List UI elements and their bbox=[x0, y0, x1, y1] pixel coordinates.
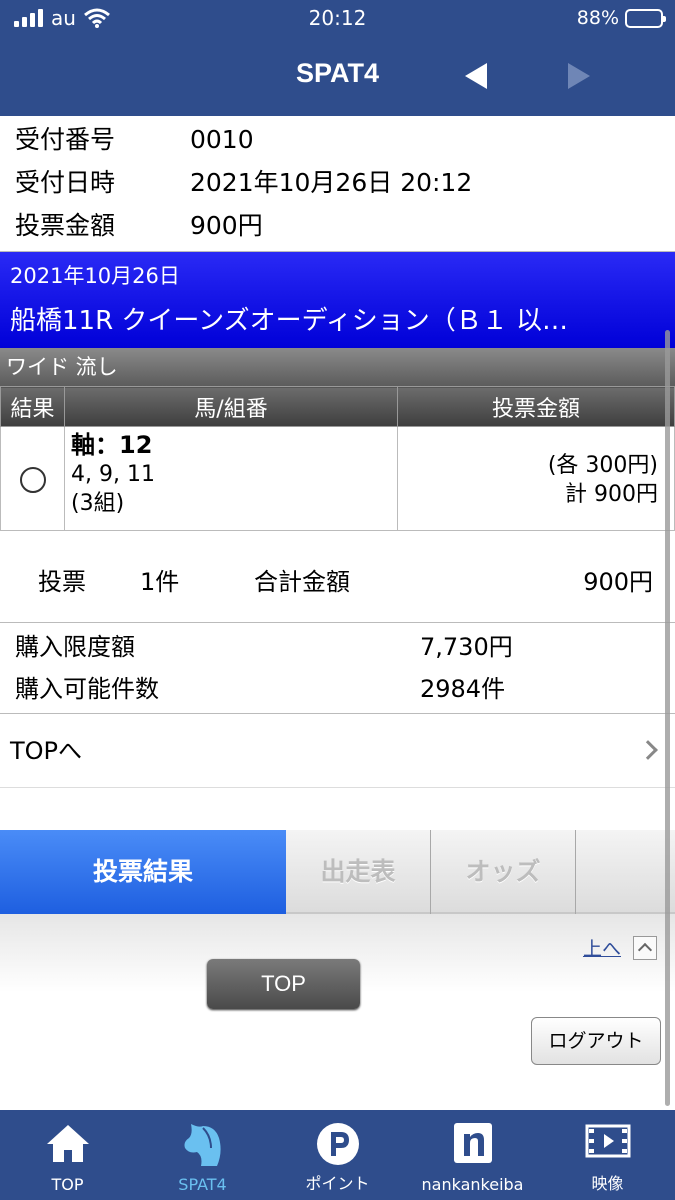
scroll-to-top[interactable]: 上へ bbox=[583, 934, 657, 961]
receipt-amount-value: 900円 bbox=[190, 211, 263, 240]
race-date: 2021年10月26日 bbox=[10, 264, 180, 288]
receipt-number-label: 受付番号 bbox=[15, 125, 116, 154]
battery-icon bbox=[625, 8, 666, 28]
chevron-right-icon bbox=[638, 740, 658, 760]
battery-percent: 88% bbox=[576, 7, 619, 29]
table-header-row: 結果 馬/組番 投票金額 bbox=[0, 386, 675, 427]
battery-status: 88% bbox=[576, 7, 666, 29]
total-amount-value: 900円 bbox=[583, 568, 653, 596]
column-header-result: 結果 bbox=[0, 386, 65, 427]
result-cell bbox=[0, 426, 65, 531]
bottom-tab-video[interactable]: 映像 bbox=[540, 1110, 675, 1200]
scrollbar[interactable] bbox=[665, 330, 670, 1106]
receipt-number-value: 0010 bbox=[190, 125, 254, 154]
bottom-tab-bar: TOP SPAT4 ポイント nankankeiba 映像 bbox=[0, 1110, 675, 1200]
bottom-tab-nankankeiba-label: nankankeiba bbox=[421, 1175, 524, 1194]
horse-head-icon bbox=[184, 1124, 221, 1166]
bottom-tab-spat4-label: SPAT4 bbox=[178, 1175, 227, 1194]
clock: 20:12 bbox=[308, 6, 367, 30]
receipt-datetime-label: 受付日時 bbox=[15, 168, 116, 197]
race-header: 2021年10月26日 船橋11R クイーンズオーディション（Ｂ１ 以… bbox=[0, 252, 675, 348]
bottom-tab-nankankeiba[interactable]: nankankeiba bbox=[405, 1110, 540, 1200]
bottom-tab-point[interactable]: ポイント bbox=[270, 1110, 405, 1200]
back-arrow-icon[interactable] bbox=[465, 63, 487, 89]
amount-cell: (各 300円) 計 900円 bbox=[397, 426, 675, 531]
limit-count-label: 購入可能件数 bbox=[15, 675, 159, 703]
status-bar: au 20:12 88% bbox=[0, 0, 675, 38]
bet-type: ワイド 流し bbox=[0, 348, 675, 386]
section-tabs: 投票結果 出走表 オッズ bbox=[0, 830, 675, 914]
total-amount-label: 合計金額 bbox=[254, 568, 350, 596]
limit-count-row: 購入可能件数 2984件 bbox=[15, 669, 505, 709]
limit-count-value: 2984件 bbox=[420, 675, 506, 703]
limit-amount-label: 購入限度額 bbox=[15, 633, 135, 661]
forward-arrow-icon[interactable] bbox=[568, 63, 590, 89]
receipt-amount-row: 投票金額 900円 bbox=[15, 206, 263, 246]
film-icon bbox=[585, 1124, 630, 1158]
point-p-icon bbox=[316, 1123, 359, 1165]
tab-race-card[interactable]: 出走表 bbox=[286, 830, 431, 914]
receipt-info: 受付番号 0010 受付日時 2021年10月26日 20:12 投票金額 900円 bbox=[0, 116, 675, 252]
tab-odds[interactable]: オッズ bbox=[431, 830, 576, 914]
receipt-number-row: 受付番号 0010 bbox=[15, 120, 254, 160]
axis-horse: 軸：12 bbox=[71, 431, 153, 459]
purchase-limits: 購入限度額 7,730円 購入可能件数 2984件 bbox=[0, 622, 675, 714]
bottom-tab-spat4[interactable]: SPAT4 bbox=[135, 1110, 270, 1200]
amount-total: 計 900円 bbox=[565, 482, 658, 507]
scroll-to-top-label[interactable]: 上へ bbox=[583, 934, 621, 961]
top-button[interactable]: TOP bbox=[207, 959, 360, 1009]
combination-cell: 軸：12 4, 9, 11 (3組) bbox=[64, 426, 398, 531]
logout-button[interactable]: ログアウト bbox=[531, 1017, 661, 1065]
bet-table: 結果 馬/組番 投票金額 軸：12 4, 9, 11 (3組) (各 300円)… bbox=[0, 386, 675, 531]
bet-summary: 投票 1件 合計金額 900円 bbox=[0, 548, 675, 610]
receipt-datetime-row: 受付日時 2021年10月26日 20:12 bbox=[15, 163, 472, 203]
bet-count-value: 1件 bbox=[140, 568, 180, 596]
bet-count-label: 投票 bbox=[38, 568, 86, 596]
top-link[interactable]: TOPへ bbox=[0, 714, 675, 788]
receipt-datetime-value: 2021年10月26日 20:12 bbox=[190, 168, 473, 197]
footer-area: 上へ TOP ログアウト bbox=[0, 914, 675, 1110]
column-header-combination: 馬/組番 bbox=[64, 386, 398, 427]
top-link-label: TOPへ bbox=[10, 737, 83, 765]
limit-amount-value: 7,730円 bbox=[420, 633, 513, 661]
nankankeiba-n-icon bbox=[453, 1123, 492, 1163]
bottom-tab-video-label: 映像 bbox=[591, 1174, 624, 1193]
tab-bet-results[interactable]: 投票結果 bbox=[0, 830, 286, 914]
race-name: 船橋11R クイーンズオーディション（Ｂ１ 以… bbox=[10, 306, 569, 336]
receipt-amount-label: 投票金額 bbox=[15, 211, 116, 240]
tab-empty bbox=[576, 830, 675, 914]
column-header-amount: 投票金額 bbox=[397, 386, 675, 427]
bottom-tab-top[interactable]: TOP bbox=[0, 1110, 135, 1200]
limit-amount-row: 購入限度額 7,730円 bbox=[15, 627, 513, 667]
bottom-tab-top-label: TOP bbox=[51, 1175, 84, 1194]
chevron-up-icon[interactable] bbox=[633, 935, 657, 960]
nav-bar: SPAT4 bbox=[0, 38, 675, 116]
combination-count: (3組) bbox=[71, 491, 125, 516]
result-circle-icon bbox=[19, 467, 46, 493]
home-icon bbox=[46, 1125, 89, 1162]
partner-horses: 4, 9, 11 bbox=[71, 462, 155, 487]
bottom-tab-point-label: ポイント bbox=[305, 1174, 370, 1193]
amount-each: (各 300円) bbox=[547, 453, 658, 478]
table-row: 軸：12 4, 9, 11 (3組) (各 300円) 計 900円 bbox=[0, 426, 675, 531]
